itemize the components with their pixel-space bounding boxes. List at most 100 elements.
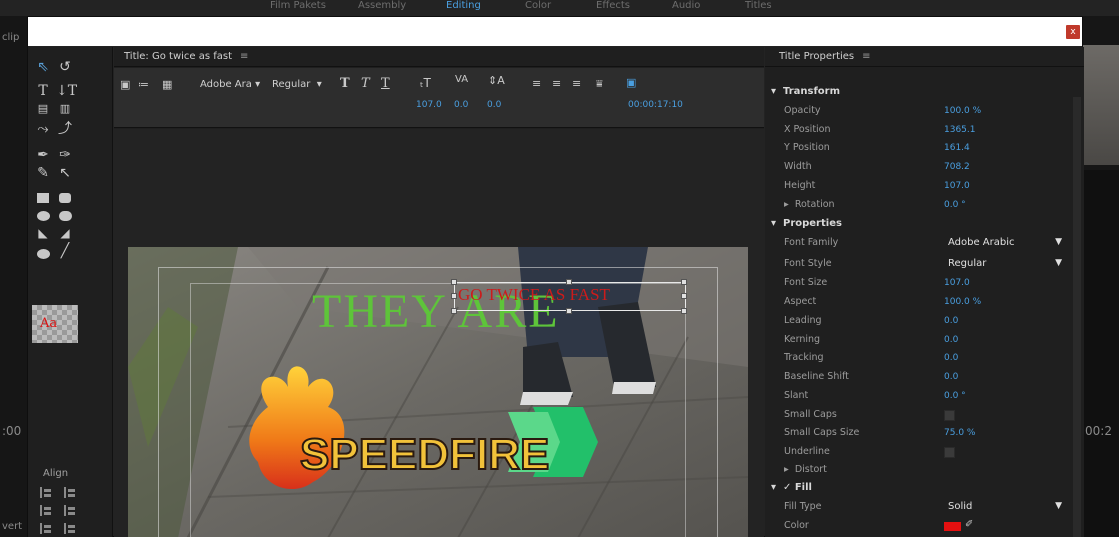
fill-section[interactable]: ▾ ✓ Fill (765, 480, 1075, 498)
small-caps-checkbox[interactable] (944, 410, 955, 421)
resize-handle[interactable] (681, 279, 687, 285)
ellipse-tool-icon[interactable] (37, 249, 50, 259)
rotation-row[interactable]: ▸ Rotation 0.0 ° (765, 197, 1075, 215)
fill-type-dropdown[interactable]: Solid ▼ (948, 501, 1064, 517)
font-family-dropdown[interactable]: Adobe Arabic ▼ (948, 237, 1064, 253)
width-value[interactable]: 708.2 (944, 162, 970, 172)
wedge-tool-icon[interactable]: ◣ (34, 225, 52, 241)
add-anchor-tool-icon[interactable]: ✎ (34, 165, 52, 181)
property-label: Opacity (784, 105, 821, 116)
property-label: Leading (784, 315, 822, 326)
panel-menu-icon[interactable]: ≡ (862, 51, 870, 62)
templates-icon[interactable]: ▦ (162, 78, 172, 91)
resize-handle[interactable] (566, 308, 572, 314)
workspace-tab[interactable]: Editing (446, 0, 481, 11)
background-timecode[interactable]: 00:00:17:10 (628, 100, 683, 110)
align-right-text-icon[interactable]: ≡ (572, 77, 581, 90)
resize-handle[interactable] (681, 308, 687, 314)
kerning-value[interactable]: 0.0 (944, 335, 958, 345)
resize-handle[interactable] (566, 279, 572, 285)
align-left-text-icon[interactable]: ≡ (532, 77, 541, 90)
property-label: Small Caps (784, 409, 837, 420)
new-title-icon[interactable]: ▣ (120, 78, 130, 91)
baseline-shift-value[interactable]: 0.0 (944, 372, 958, 382)
distort-row[interactable]: ▸ Distort (765, 462, 1075, 480)
selection-bounding-box[interactable] (454, 282, 686, 311)
show-background-video-icon[interactable]: ▣ (626, 76, 636, 89)
resize-handle[interactable] (681, 293, 687, 299)
rectangle-tool-icon[interactable] (37, 193, 49, 203)
vertical-area-type-tool-icon[interactable]: ▥ (56, 101, 74, 117)
font-family-dropdown[interactable]: Adobe Ara ▾ (200, 79, 260, 90)
panel-menu-icon[interactable]: ≡ (240, 51, 248, 62)
workspace-tab[interactable]: Effects (596, 0, 630, 11)
section-label: Transform (782, 86, 841, 97)
pen-tool-icon[interactable]: ✒ (34, 147, 52, 163)
underline-checkbox[interactable] (944, 447, 955, 458)
small-caps-size-value[interactable]: 75.0 % (944, 428, 975, 438)
resize-handle[interactable] (451, 279, 457, 285)
tracking-value[interactable]: 0.0 (944, 353, 958, 363)
workspace-tab[interactable]: Assembly (358, 0, 406, 11)
close-button[interactable]: x (1066, 25, 1080, 39)
aspect-value[interactable]: 100.0 % (944, 297, 981, 307)
workspace-tab[interactable]: Film Pakets (270, 0, 326, 11)
workspace-tab[interactable]: Color (525, 0, 551, 11)
selection-tool-icon[interactable]: ⇖ (34, 59, 52, 75)
properties-section[interactable]: ▾ Properties (765, 216, 1075, 234)
leading-value[interactable]: 0.0 (487, 100, 501, 110)
bold-button[interactable]: T (340, 76, 350, 91)
align-center-vertical-icon[interactable] (64, 505, 76, 516)
dialog-titlebar[interactable]: x (28, 17, 1082, 46)
title-style-swatch[interactable]: Aa (32, 305, 78, 343)
delete-anchor-tool-icon[interactable]: ✑ (56, 147, 74, 163)
background-video-frame[interactable]: SPEEDFIRE THEY ARE GO TWICE AS FAST (128, 247, 748, 537)
align-top-icon[interactable] (64, 487, 76, 498)
font-size-value[interactable]: 107.0 (944, 278, 970, 288)
font-family-row: Font Family Adobe Arabic ▼ (765, 235, 1075, 253)
x-position-value[interactable]: 1365.1 (944, 125, 976, 135)
rotation-value[interactable]: 0.0 ° (944, 200, 966, 210)
fill-color-swatch[interactable] (944, 522, 961, 531)
line-tool-icon[interactable]: ╱ (56, 243, 74, 259)
opacity-value[interactable]: 100.0 % (944, 106, 981, 116)
italic-button[interactable]: T (361, 76, 370, 91)
kerning-value[interactable]: 0.0 (454, 100, 468, 110)
underline-button[interactable]: T (381, 76, 390, 91)
clipped-corner-rect-tool-icon[interactable] (59, 193, 71, 203)
background-timecode: 00:2 (1085, 424, 1112, 438)
path-type-tool-icon[interactable]: ⤳ (34, 121, 52, 137)
roll-crawl-options-icon[interactable]: ≔ (138, 78, 149, 91)
transform-section[interactable]: ▾ Transform (765, 84, 1075, 102)
area-type-tool-icon[interactable]: ▤ (34, 101, 52, 117)
slant-value[interactable]: 0.0 ° (944, 391, 966, 401)
align-left-icon[interactable] (40, 487, 52, 498)
align-center-horizontal-icon[interactable] (40, 505, 52, 516)
font-style-dropdown[interactable]: Regular ▼ (948, 258, 1064, 274)
height-value[interactable]: 107.0 (944, 181, 970, 191)
align-right-icon[interactable] (40, 523, 52, 534)
resize-handle[interactable] (451, 308, 457, 314)
convert-anchor-tool-icon[interactable]: ↖ (56, 165, 74, 181)
leading-value[interactable]: 0.0 (944, 316, 958, 326)
font-style-dropdown[interactable]: Regular ▾ (272, 79, 322, 90)
rounded-corner-rect-tool-icon[interactable] (59, 211, 72, 221)
vertical-path-type-tool-icon[interactable]: ⤴ (56, 121, 74, 137)
rotation-tool-icon[interactable]: ↺ (56, 59, 74, 75)
eyedropper-icon[interactable]: ✐ (965, 519, 973, 530)
workspace-tab[interactable]: Titles (745, 0, 772, 11)
tab-stops-icon[interactable]: ⩸ (596, 77, 603, 91)
arc-tool-icon[interactable]: ◢ (56, 225, 74, 241)
screen: Film Pakets Assembly Editing Color Effec… (0, 0, 1119, 537)
rounded-rect-tool-icon[interactable] (37, 211, 50, 221)
type-tool-icon[interactable]: T (34, 83, 52, 99)
vertical-type-tool-icon[interactable]: ↓T (56, 83, 77, 99)
y-position-value[interactable]: 161.4 (944, 143, 970, 153)
center-text-icon[interactable]: ≡ (552, 77, 561, 90)
resize-handle[interactable] (451, 293, 457, 299)
section-label: Fill (794, 482, 812, 493)
font-size-value[interactable]: 107.0 (416, 100, 442, 110)
y-position-row: Y Position 161.4 (765, 140, 1075, 158)
workspace-tab[interactable]: Audio (672, 0, 700, 11)
align-bottom-icon[interactable] (64, 523, 76, 534)
